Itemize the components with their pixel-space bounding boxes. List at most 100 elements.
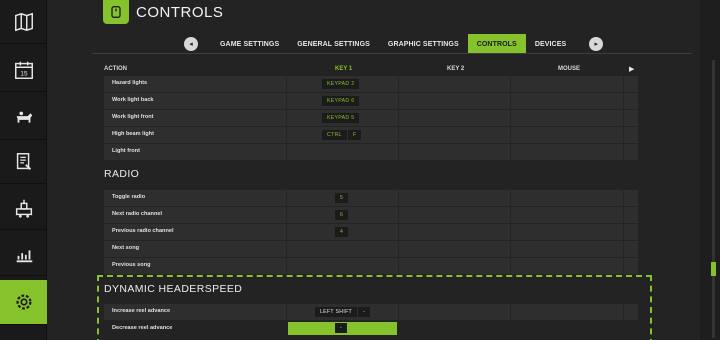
action-label: Light front [112,148,140,154]
column-divider [286,224,287,240]
column-divider [286,258,287,274]
binding-row[interactable]: Decrease reel advance [104,322,288,338]
column-divider [398,241,399,257]
calendar-icon: 15 [14,61,33,79]
action-label: Hazard lights [112,80,148,86]
binding-row[interactable]: High beam light CTRL F [104,127,638,143]
column-header-key1: KEY 1 [335,66,353,72]
sidebar-item-production[interactable] [0,186,47,230]
sidebar-item-calendar[interactable]: 15 [0,48,47,92]
tab-general-settings[interactable]: GENERAL SETTINGS [288,34,379,54]
scrollbar-track[interactable] [712,60,715,338]
action-label: Work light back [112,97,154,103]
sidebar-item-statistics[interactable] [0,232,47,276]
column-divider [623,207,624,223]
action-label: High beam light [112,131,154,137]
animals-icon [16,111,32,123]
key1-binding-secondary[interactable]: - [358,307,371,317]
contracts-icon [16,152,31,170]
binding-row[interactable]: Next song [104,241,638,257]
column-divider [623,241,624,257]
column-divider [398,224,399,240]
column-divider [510,190,511,206]
binding-row[interactable]: Work light front KEYPAD 5 [104,110,638,126]
sidebar-item-map[interactable] [0,0,47,44]
column-divider [398,304,399,320]
binding-row[interactable]: Previous radio channel 4 [104,224,638,240]
controls-icon [103,0,129,24]
tab-controls[interactable]: CONTROLS [467,34,526,54]
section-title-radio: RADIO [104,168,140,180]
column-divider [286,110,287,126]
key1-binding[interactable]: 5 [335,193,349,203]
key1-binding[interactable]: KEYPAD 2 [322,79,360,89]
column-header-mouse: MOUSE [558,66,581,72]
column-divider [510,304,511,320]
action-label: Work light front [112,114,154,120]
sidebar-item-animals[interactable] [0,96,47,140]
column-divider [623,224,624,240]
tab-game-settings[interactable]: GAME SETTINGS [211,34,288,54]
binding-row[interactable]: Previous song [104,258,638,274]
key1-binding[interactable]: 6 [335,210,349,220]
next-tab-button[interactable]: ▸ [589,37,604,51]
binding-row[interactable]: Work light back KEYPAD 6 [104,93,638,109]
column-divider [398,76,399,92]
column-divider [398,207,399,223]
column-divider [286,93,287,109]
selected-binding-cell[interactable]: - [288,322,397,335]
column-header-key2: KEY 2 [447,66,465,72]
action-label: Next song [112,245,140,251]
tab-graphic-settings[interactable]: GRAPHIC SETTINGS [379,34,468,54]
sidebar-item-settings[interactable] [0,280,47,325]
column-header-action: ACTION [104,66,127,72]
key1-binding[interactable]: LEFT SHIFT [315,307,358,317]
controls-screen: 15 CONTROLS ◂ GAME SETTINGS GENERAL SETT… [0,0,720,340]
column-divider [510,110,511,126]
column-divider [623,93,624,109]
tab-devices[interactable]: DEVICES [526,34,575,54]
scrollbar-thumb[interactable] [711,262,716,276]
column-divider [286,127,287,143]
column-divider [623,190,624,206]
header-divider [92,53,692,54]
settings-tabs: ◂ GAME SETTINGS GENERAL SETTINGS GRAPHIC… [184,34,604,54]
action-label: Previous radio channel [112,228,174,234]
binding-row[interactable]: Toggle radio 5 [104,190,638,206]
prev-tab-button[interactable]: ◂ [184,37,198,51]
column-divider [510,144,511,160]
action-label: Previous song [112,262,151,268]
column-divider [398,110,399,126]
column-divider [623,110,624,126]
right-panel-edge [700,0,720,340]
column-divider [510,224,511,240]
key1-binding[interactable]: CTRL [322,130,347,140]
page-title: CONTROLS [136,4,224,21]
svg-text:15: 15 [20,70,28,77]
binding-row[interactable]: Hazard lights KEYPAD 2 [104,76,638,92]
column-divider [623,144,624,160]
action-label: Increase reel advance [112,308,171,314]
key1-binding[interactable]: 4 [335,227,349,237]
section-title-headerspeed: DYNAMIC HEADERSPEED [104,283,243,295]
column-divider [510,76,511,92]
column-divider [398,93,399,109]
column-divider [286,190,287,206]
play-icon[interactable]: ▶ [629,65,634,73]
sidebar: 15 [0,0,47,340]
column-divider [510,207,511,223]
key1-binding[interactable]: - [335,323,348,333]
action-label: Decrease reel advance [112,325,173,331]
column-divider [623,258,624,274]
binding-row[interactable]: Next radio channel 6 [104,207,638,223]
map-icon [14,12,33,31]
action-label: Next radio channel [112,211,163,217]
column-divider [510,127,511,143]
binding-row[interactable]: Increase reel advance LEFT SHIFT - [104,304,638,320]
binding-row[interactable]: Light front [104,144,638,160]
key1-binding[interactable]: KEYPAD 5 [322,113,360,123]
action-label: Toggle radio [112,194,146,200]
key1-binding-secondary[interactable]: F [348,130,362,140]
key1-binding[interactable]: KEYPAD 6 [322,96,360,106]
sidebar-item-contracts[interactable] [0,140,47,184]
